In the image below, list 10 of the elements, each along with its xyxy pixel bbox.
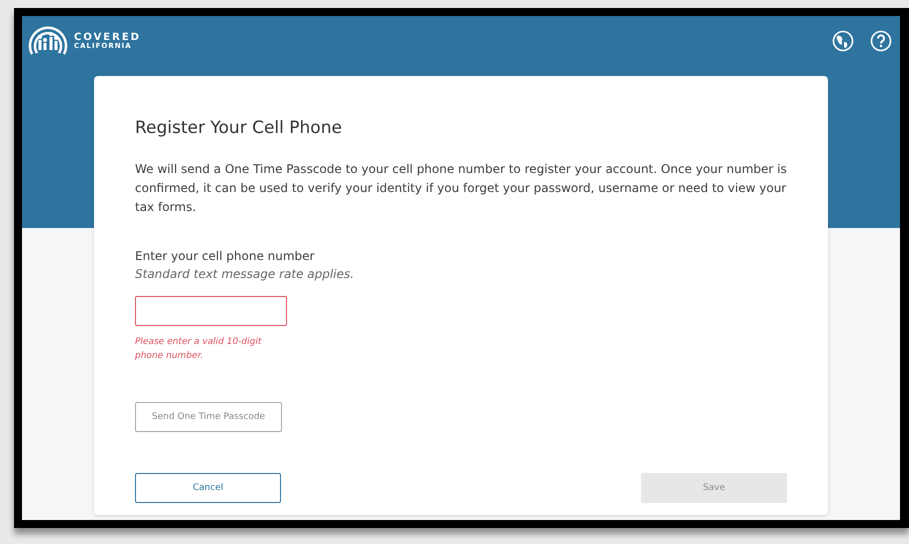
field-hint: Standard text message rate applies. [135, 266, 355, 284]
error-message: Please enter a valid 10-digit phone number. [135, 336, 263, 364]
help-icon[interactable] [870, 30, 892, 52]
description-text: We will send a One Time Passcode to your cell phone number to register your account. Once your number is confirmed, it can be used to verify your identity if you forget your password, username or need to view your tax forms. [135, 161, 787, 216]
logo-text: COVERED [74, 32, 141, 42]
cancel-button[interactable]: Cancel [135, 473, 281, 504]
page-title: Register Your Cell Phone [135, 118, 343, 138]
logo-icon [28, 26, 68, 56]
phone-input[interactable] [135, 296, 287, 326]
field-label: Enter your cell phone number [135, 248, 316, 266]
